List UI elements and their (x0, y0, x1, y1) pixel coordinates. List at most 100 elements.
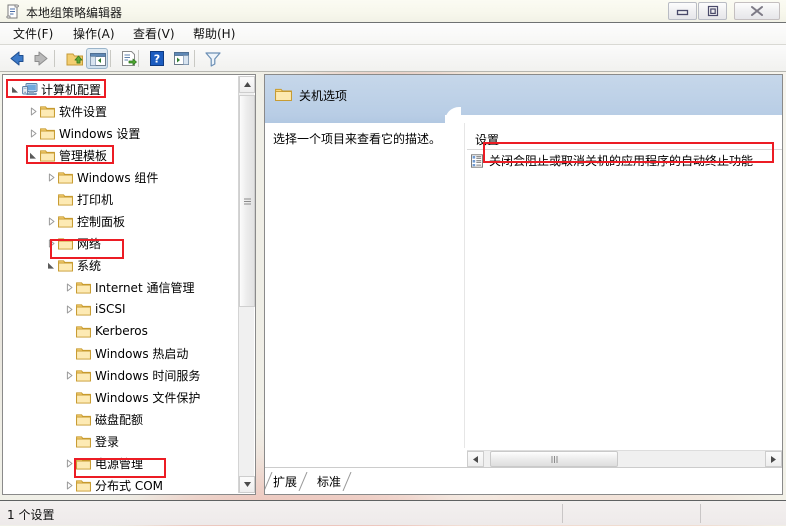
tree-item[interactable]: Windows 设置 (27, 122, 140, 144)
close-button[interactable] (734, 2, 780, 20)
scroll-up-arrow[interactable] (239, 76, 255, 93)
folder-icon (57, 254, 74, 276)
help-button[interactable]: ? (146, 48, 168, 69)
tree-scrollbar-thumb[interactable] (239, 95, 255, 307)
tree-item[interactable]: Windows 时间服务 (63, 364, 200, 386)
export-list-button[interactable] (118, 48, 140, 69)
tree-item[interactable]: Kerberos (63, 320, 148, 342)
policy-setting-icon (469, 153, 485, 169)
menu-help[interactable]: 帮助(H) (188, 26, 240, 42)
main-area: 计算机配置软件设置 Windows 设置 管理模板 Windows 组件 打印机 控制面板… (0, 72, 786, 498)
chevron-right-icon[interactable] (63, 474, 75, 494)
status-bar-text: 1 个设置 (7, 508, 55, 522)
show-action-pane-button[interactable] (170, 48, 192, 69)
tree-item[interactable]: Internet 通信管理 (63, 276, 194, 298)
export-list-icon (122, 51, 137, 66)
tree-item-label: 登录 (95, 434, 120, 449)
folder-icon (75, 408, 92, 430)
tree-item[interactable]: iSCSI (63, 298, 126, 320)
folder-icon (39, 144, 56, 166)
tree-item[interactable]: Windows 组件 (45, 166, 158, 188)
pane-splitter[interactable] (464, 123, 465, 448)
chevron-down-icon[interactable] (27, 144, 39, 166)
folder-icon (75, 320, 92, 342)
folder-icon (57, 232, 74, 254)
settings-column-header[interactable]: 设置 (467, 129, 782, 150)
folder-icon (75, 298, 92, 320)
scroll-left-arrow[interactable] (467, 451, 484, 467)
chevron-right-icon[interactable] (45, 210, 57, 232)
chevron-right-icon[interactable] (27, 122, 39, 144)
tree-item[interactable]: 打印机 (45, 188, 113, 210)
menu-file[interactable]: 文件(F) (8, 26, 58, 42)
tab-extended[interactable]: 扩展 (265, 472, 308, 491)
chevron-down-icon[interactable] (9, 78, 21, 100)
tree-item[interactable]: 管理模板 (27, 144, 107, 166)
chevron-right-icon[interactable] (63, 452, 75, 474)
tree-item-label: 软件设置 (59, 104, 108, 119)
forward-icon (34, 51, 48, 66)
tab-standard-label: 标准 (317, 475, 342, 489)
tree-item[interactable]: Windows 文件保护 (63, 386, 200, 408)
folder-icon (75, 474, 92, 494)
results-pane-tabs: 扩展 标准 (265, 467, 782, 494)
up-one-level-button[interactable] (64, 48, 86, 69)
menu-action[interactable]: 操作(A) (68, 26, 120, 42)
status-bar: 1 个设置 (0, 500, 786, 525)
console-tree-pane: 计算机配置软件设置 Windows 设置 管理模板 Windows 组件 打印机 控制面板… (2, 74, 256, 495)
policy-editor-icon (6, 4, 20, 19)
tree-item[interactable]: 网络 (45, 232, 101, 254)
filter-button[interactable] (202, 48, 224, 69)
tree-list: 计算机配置软件设置 Windows 设置 管理模板 Windows 组件 打印机 控制面板… (3, 75, 239, 494)
chevron-right-icon[interactable] (45, 232, 57, 254)
results-scrollbar-thumb[interactable] (490, 451, 618, 467)
results-horizontal-scrollbar[interactable] (467, 450, 782, 467)
minimize-button[interactable] (668, 2, 697, 20)
tree-item[interactable]: 软件设置 (27, 100, 107, 122)
tree-item[interactable]: 电源管理 (63, 452, 143, 474)
restore-button[interactable] (698, 2, 727, 20)
folder-icon (57, 166, 74, 188)
tree-item-label: Windows 热启动 (95, 346, 189, 361)
chevron-right-icon[interactable] (63, 364, 75, 386)
menu-bar: 文件(F) 操作(A) 查看(V) 帮助(H) (0, 23, 786, 45)
results-pane-title: 关机选项 (299, 89, 348, 103)
scroll-right-arrow[interactable] (765, 451, 782, 467)
help-icon: ? (150, 51, 164, 66)
menu-view[interactable]: 查看(V) (128, 26, 180, 42)
filter-icon (205, 52, 221, 67)
chevron-right-icon[interactable] (63, 276, 75, 298)
window-title: 本地组策略编辑器 (26, 6, 123, 20)
tree-item[interactable]: 分布式 COM (63, 474, 163, 494)
tree-item[interactable]: 磁盘配额 (63, 408, 143, 430)
tree-item[interactable]: 计算机配置 (9, 78, 101, 100)
toolbar: ? (0, 45, 786, 72)
show-hide-console-tree-button[interactable] (86, 48, 108, 69)
tree-item[interactable]: 系统 (45, 254, 101, 276)
up-folder-icon (66, 53, 83, 66)
results-pane: 关机选项 选择一个项目来查看它的描述。 设置 关闭会阻止或取消关机的应用程序的自… (264, 74, 783, 495)
tree-item[interactable]: 登录 (63, 430, 119, 452)
setting-list-item-label: 关闭会阻止或取消关机的应用程序的自动终止功能 (489, 154, 754, 168)
chevron-down-icon[interactable] (45, 254, 57, 276)
forward-button[interactable] (30, 48, 52, 69)
tree-item-label: iSCSI (95, 302, 126, 316)
tab-standard[interactable]: 标准 (313, 472, 352, 491)
status-divider (562, 504, 563, 523)
tab-extended-label: 扩展 (273, 475, 298, 489)
tree-item[interactable]: 控制面板 (45, 210, 125, 232)
tree-item[interactable]: Windows 热启动 (63, 342, 188, 364)
folder-icon (57, 188, 74, 210)
back-button[interactable] (6, 48, 28, 69)
folder-icon (57, 210, 74, 232)
setting-list-item[interactable]: 关闭会阻止或取消关机的应用程序的自动终止功能 (469, 151, 753, 170)
show-pane-icon (174, 52, 189, 65)
scroll-down-arrow[interactable] (239, 476, 255, 493)
chevron-right-icon[interactable] (27, 100, 39, 122)
chevron-right-icon[interactable] (45, 166, 57, 188)
chevron-right-icon[interactable] (63, 298, 75, 320)
tree-vertical-scrollbar[interactable] (238, 76, 255, 493)
